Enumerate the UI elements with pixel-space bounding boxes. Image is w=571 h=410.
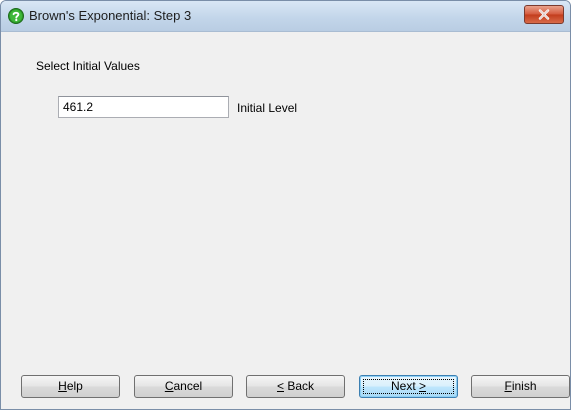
help-question-icon (8, 8, 24, 24)
cancel-button[interactable]: Cancel (134, 375, 233, 398)
title-bar[interactable]: Brown's Exponential: Step 3 (1, 1, 570, 32)
dialog-body: Select Initial Values Initial Level Help… (1, 32, 570, 409)
cancel-label: ancel (173, 379, 203, 393)
window-title: Brown's Exponential: Step 3 (29, 8, 192, 23)
finish-button[interactable]: Finish (471, 375, 570, 398)
back-button[interactable]: < Back (246, 375, 345, 398)
section-label: Select Initial Values (36, 59, 140, 73)
finish-mnemonic: F (504, 379, 512, 393)
back-mnemonic: < (276, 379, 284, 393)
dialog-window: Brown's Exponential: Step 3 Select Initi… (0, 0, 571, 410)
initial-level-input[interactable] (58, 96, 229, 118)
close-button[interactable] (524, 5, 564, 24)
initial-level-label: Initial Level (237, 101, 298, 115)
help-mnemonic: H (58, 379, 67, 393)
next-label: Next (390, 379, 419, 393)
back-label: Back (284, 379, 315, 393)
next-button[interactable]: Next > (359, 375, 458, 398)
finish-label: inish (511, 379, 537, 393)
help-label: elp (66, 379, 83, 393)
close-icon (538, 9, 550, 20)
next-mnemonic: > (419, 379, 427, 393)
help-button[interactable]: Help (21, 375, 120, 398)
